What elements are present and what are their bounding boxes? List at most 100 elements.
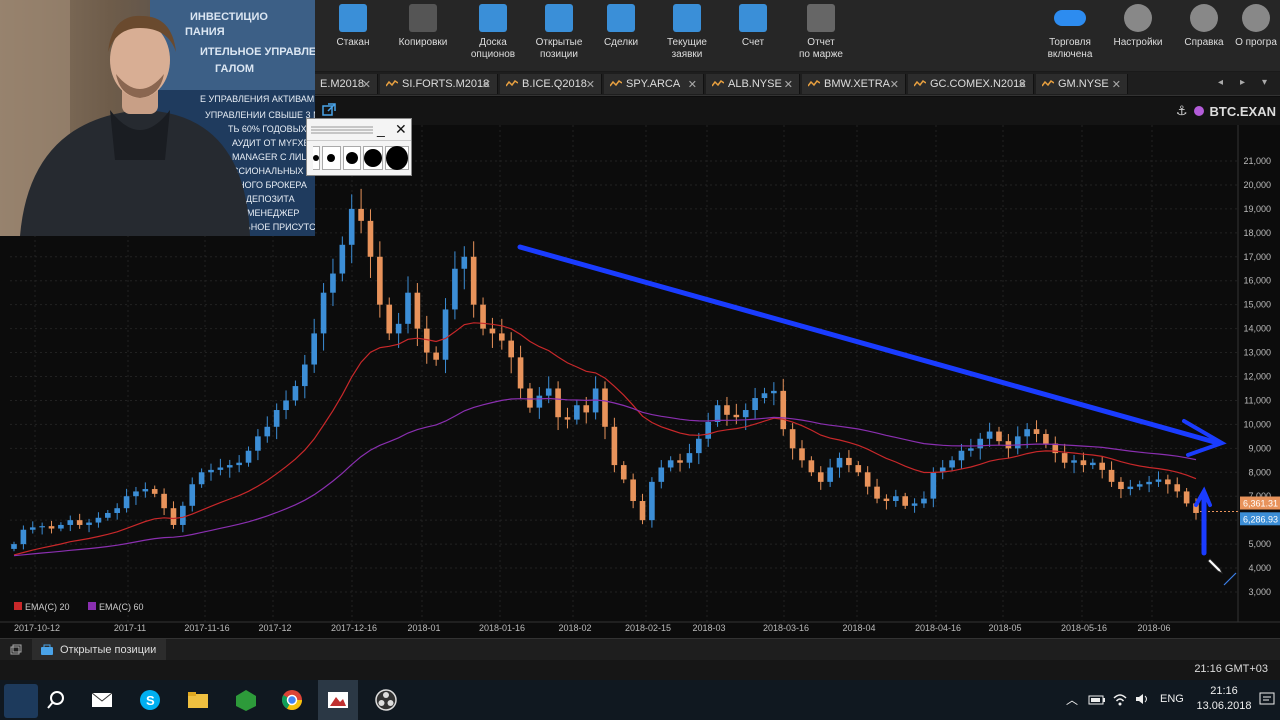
terminal-app-icon[interactable] xyxy=(234,688,258,712)
toolbar-button-label: Отчет по марже xyxy=(798,37,843,60)
windows-taskbar: S ︿ ENG 21:16 13.06.2018 xyxy=(0,680,1280,720)
active-window-tile[interactable] xyxy=(318,680,358,720)
pen-size-option[interactable] xyxy=(342,146,361,170)
candle-body xyxy=(996,431,1002,442)
legend-label[interactable]: EMA(C) 60 xyxy=(99,602,144,612)
candle-body xyxy=(1165,479,1171,485)
pen-size-palette: _ ✕ xyxy=(306,118,412,176)
start-logo-icon[interactable] xyxy=(4,684,38,718)
toolbar-button-percent-report[interactable]: Отчет по марже xyxy=(786,4,856,70)
close-tab-icon[interactable]: ✕ xyxy=(688,78,697,91)
toolbar-button-order-book[interactable]: Стакан xyxy=(318,4,388,70)
toolbar-button-help[interactable]: Справка xyxy=(1170,4,1238,70)
candle-body xyxy=(245,450,252,463)
toolbar-button-account-calculator[interactable]: Счет xyxy=(718,4,788,70)
y-tick-label: 14,000 xyxy=(1243,324,1271,334)
candle-body xyxy=(958,450,965,461)
tray-chevron-up-icon[interactable]: ︿ xyxy=(1066,691,1078,708)
candle-body xyxy=(461,256,468,269)
x-tick-label: 2017-12 xyxy=(258,623,291,633)
instrument-tab[interactable]: GM.NYSE ✕ xyxy=(1036,74,1128,94)
candle-body xyxy=(714,405,721,422)
info-icon xyxy=(1242,4,1270,32)
toolbar-button-label: Счет xyxy=(741,37,765,48)
close-tab-icon[interactable]: ✕ xyxy=(890,78,899,91)
obs-icon[interactable] xyxy=(374,688,398,712)
svg-text:ТЬ 60% ГОДОВЫХ: ТЬ 60% ГОДОВЫХ xyxy=(228,124,307,134)
close-tab-icon[interactable]: ✕ xyxy=(1018,78,1027,91)
candle-body xyxy=(189,484,196,506)
tray-date: 13.06.2018 xyxy=(1196,700,1252,712)
tab-scroll-right-icon[interactable]: ▸ xyxy=(1240,77,1245,88)
briefcase-icon xyxy=(545,4,573,32)
tab-scroll-left-icon[interactable]: ◂ xyxy=(1218,77,1223,88)
close-tab-icon[interactable]: ✕ xyxy=(482,78,491,91)
candle-body xyxy=(311,333,318,365)
toolbar-button-info[interactable]: О програ xyxy=(1232,4,1280,70)
toolbar-button-options-board[interactable]: Доска опционов xyxy=(458,4,528,70)
close-icon[interactable]: ✕ xyxy=(395,121,407,138)
instrument-tab[interactable]: GC.COMEX.N2018 ✕ xyxy=(908,74,1034,94)
legend-swatch xyxy=(14,602,22,610)
pen-size-option[interactable] xyxy=(385,146,409,170)
instrument-tab[interactable]: ALB.NYSE ✕ xyxy=(706,74,800,94)
instrument-tab[interactable]: SI.FORTS.M2018 ✕ xyxy=(380,74,498,94)
legend-label[interactable]: EMA(C) 20 xyxy=(25,602,70,612)
instrument-tab[interactable]: E.M2018 ✕ xyxy=(314,74,378,94)
close-tab-icon[interactable]: ✕ xyxy=(1112,78,1121,91)
candle-body xyxy=(1183,491,1190,504)
candle-body xyxy=(433,352,439,360)
battery-icon[interactable] xyxy=(1088,694,1106,706)
instrument-tab[interactable]: B.ICE.Q2018 ✕ xyxy=(500,74,602,94)
svg-text:MANAGER С ЛИЦЕНЗИЕ: MANAGER С ЛИЦЕНЗИЕ xyxy=(232,152,315,162)
mail-icon[interactable] xyxy=(90,688,114,712)
instrument-tab[interactable]: BMW.XETRA ✕ xyxy=(802,74,906,94)
search-icon[interactable] xyxy=(44,688,68,712)
toolbar-button-gear[interactable]: Настройки xyxy=(1104,4,1172,70)
candle-body xyxy=(180,505,186,525)
instrument-tab-label: ALB.NYSE xyxy=(728,78,782,90)
anchor-icon[interactable]: ⚓ xyxy=(1176,103,1188,119)
pen-size-option[interactable] xyxy=(363,146,383,170)
toolbar-button-toggle[interactable]: Торговля включена xyxy=(1036,4,1104,70)
minimize-icon[interactable]: _ xyxy=(377,121,385,137)
chrome-icon[interactable] xyxy=(280,688,304,712)
close-tab-icon[interactable]: ✕ xyxy=(362,78,371,91)
pen-size-option[interactable] xyxy=(322,146,341,170)
notifications-icon[interactable] xyxy=(1258,690,1276,708)
toolbar-button-briefcase[interactable]: Открытые позиции xyxy=(524,4,594,70)
instrument-tab[interactable]: SPY.ARCA ✕ xyxy=(604,74,704,94)
candle-body xyxy=(1024,429,1030,437)
toolbar-button-trades-book[interactable]: Сделки xyxy=(586,4,656,70)
svg-text:ГАЛОМ: ГАЛОМ xyxy=(215,63,254,75)
skype-icon[interactable]: S xyxy=(138,688,162,712)
palette-titlebar[interactable]: _ ✕ xyxy=(307,119,411,141)
wifi-icon[interactable] xyxy=(1112,692,1128,706)
gear-icon xyxy=(1124,4,1152,32)
tray-clock[interactable]: 21:16 13.06.2018 xyxy=(1196,684,1252,714)
candle-body xyxy=(339,244,346,274)
symbol-label: BTC.EXAN xyxy=(1209,103,1276,119)
tray-language[interactable]: ENG xyxy=(1160,693,1184,705)
close-tab-icon[interactable]: ✕ xyxy=(784,78,793,91)
candle-body xyxy=(480,304,486,329)
candle-body xyxy=(151,489,158,494)
candle-body xyxy=(264,426,271,437)
candle-body xyxy=(677,460,683,463)
pen-size-option[interactable] xyxy=(313,146,320,170)
candle-body xyxy=(892,496,899,502)
close-tab-icon[interactable]: ✕ xyxy=(586,78,595,91)
toolbar-button-gavel[interactable]: Текущие заявки xyxy=(652,4,722,70)
tab-open-positions[interactable]: Открытые позиции xyxy=(32,639,166,661)
toolbar-button-copy-trading[interactable]: Копировки xyxy=(388,4,458,70)
popout-icon[interactable] xyxy=(322,103,336,117)
candle-body xyxy=(1155,479,1162,482)
candle-body xyxy=(452,268,458,310)
candle-body xyxy=(142,489,149,492)
volume-icon[interactable] xyxy=(1134,692,1150,706)
grip-icon xyxy=(311,126,373,134)
candle-body xyxy=(724,405,730,415)
folder-icon[interactable] xyxy=(186,688,210,712)
restore-icon[interactable] xyxy=(10,644,22,656)
tab-list-icon[interactable]: ▾ xyxy=(1262,77,1267,88)
